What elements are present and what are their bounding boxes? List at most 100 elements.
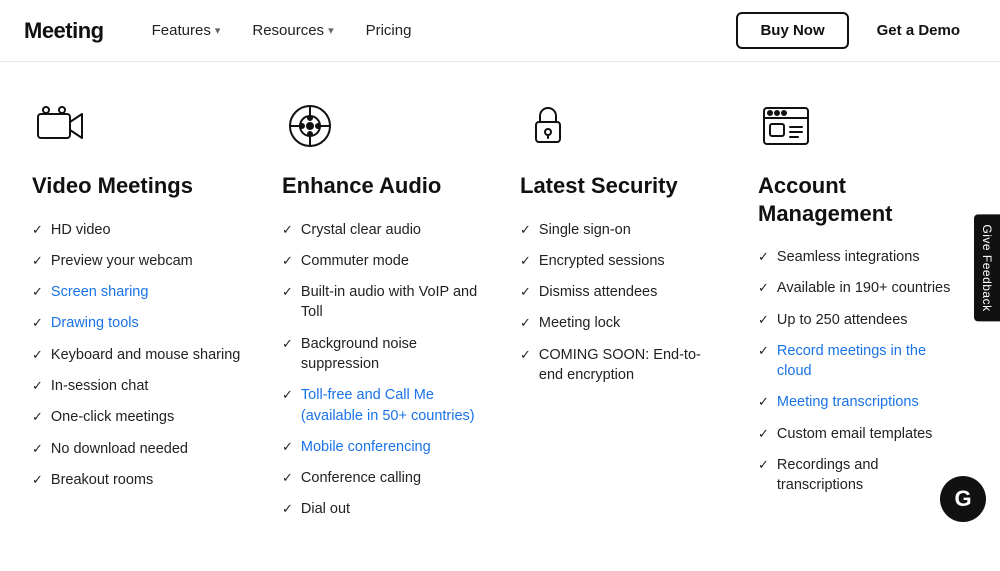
list-item: ✓ Keyboard and mouse sharing bbox=[32, 345, 242, 365]
chevron-down-icon: ▾ bbox=[328, 24, 334, 37]
list-item: ✓Available in 190+ countries bbox=[758, 278, 956, 298]
feature-link[interactable]: Drawing tools bbox=[51, 313, 139, 333]
check-icon: ✓ bbox=[282, 438, 293, 456]
feature-col-account-management: Account Management✓Seamless integrations… bbox=[738, 98, 976, 531]
check-icon: ✓ bbox=[282, 500, 293, 518]
list-item: ✓ Meeting lock bbox=[520, 313, 718, 333]
latest-security-title: Latest Security bbox=[520, 172, 718, 200]
check-icon: ✓ bbox=[32, 314, 43, 332]
video-meetings-list: ✓HD video✓Preview your webcam✓Screen sha… bbox=[32, 220, 242, 491]
list-item: ✓HD video bbox=[32, 220, 242, 240]
feature-text: In-session chat bbox=[51, 376, 149, 396]
feature-text: Dial out bbox=[301, 499, 350, 519]
feature-text: Up to 250 attendees bbox=[777, 310, 908, 330]
nav-link-resources[interactable]: Resources▾ bbox=[236, 0, 349, 62]
check-icon: ✓ bbox=[520, 221, 531, 239]
feature-col-enhance-audio: Enhance Audio ✓ Crystal clear audio ✓ Commut… bbox=[262, 98, 500, 531]
video-meetings-icon bbox=[32, 98, 88, 154]
account-management-list: ✓Seamless integrations✓Available in 190+… bbox=[758, 247, 956, 496]
enhance-audio-list: ✓ Crystal clear audio ✓ Commuter mode ✓ Built… bbox=[282, 220, 480, 520]
list-item: ✓Recordings and transcriptions bbox=[758, 455, 956, 496]
check-icon: ✓ bbox=[32, 471, 43, 489]
list-item: ✓ Background noise suppression bbox=[282, 334, 480, 375]
feature-col-video-meetings: Video Meetings✓HD video✓Preview your web… bbox=[24, 98, 262, 531]
latest-security-list: ✓Single sign-on✓Encrypted sessions✓Dismi… bbox=[520, 220, 718, 386]
feature-text: Commuter mode bbox=[301, 251, 409, 271]
enhance-audio-title: Enhance Audio bbox=[282, 172, 480, 200]
check-icon: ✓ bbox=[758, 342, 769, 360]
feature-text: Built-in audio with VoIP and Toll bbox=[301, 282, 480, 323]
features-main: Video Meetings✓HD video✓Preview your web… bbox=[0, 62, 1000, 571]
feature-text: Encrypted sessions bbox=[539, 251, 665, 271]
nav-link-pricing[interactable]: Pricing bbox=[350, 0, 428, 62]
check-icon: ✓ bbox=[758, 456, 769, 474]
list-item[interactable]: ✓ Toll-free and Call Me (available in 50+… bbox=[282, 385, 480, 426]
feature-text: Available in 190+ countries bbox=[777, 278, 950, 298]
check-icon: ✓ bbox=[520, 314, 531, 332]
list-item[interactable]: ✓ Record meetings in the cloud bbox=[758, 341, 956, 382]
list-item: ✓ Encrypted sessions bbox=[520, 251, 718, 271]
check-icon: ✓ bbox=[32, 283, 43, 301]
check-icon: ✓ bbox=[758, 248, 769, 266]
check-icon: ✓ bbox=[282, 386, 293, 404]
feature-text: Background noise suppression bbox=[301, 334, 480, 375]
check-icon: ✓ bbox=[282, 252, 293, 270]
chevron-down-icon: ▾ bbox=[215, 24, 221, 37]
g-rating-badge[interactable]: G bbox=[940, 476, 986, 522]
check-icon: ✓ bbox=[282, 221, 293, 239]
feature-text: Single sign-on bbox=[539, 220, 631, 240]
list-item: ✓Preview your webcam bbox=[32, 251, 242, 271]
feature-text: Custom email templates bbox=[777, 424, 933, 444]
list-item: ✓ Crystal clear audio bbox=[282, 220, 480, 240]
check-icon: ✓ bbox=[282, 335, 293, 353]
check-icon: ✓ bbox=[32, 440, 43, 458]
feature-link[interactable]: Record meetings in the cloud bbox=[777, 341, 956, 382]
feature-link[interactable]: Mobile conferencing bbox=[301, 437, 431, 457]
navbar: Meeting Features▾Resources▾Pricing Buy N… bbox=[0, 0, 1000, 62]
list-item: ✓Seamless integrations bbox=[758, 247, 956, 267]
feature-text: Conference calling bbox=[301, 468, 421, 488]
g-badge-letter: G bbox=[954, 486, 971, 512]
list-item: ✓ Commuter mode bbox=[282, 251, 480, 271]
list-item: ✓ Single sign-on bbox=[520, 220, 718, 240]
check-icon: ✓ bbox=[282, 283, 293, 301]
feature-text: Keyboard and mouse sharing bbox=[51, 345, 240, 365]
list-item[interactable]: ✓Meeting transcriptions bbox=[758, 392, 956, 412]
feature-text: COMING SOON: End-to-end encryption bbox=[539, 345, 718, 386]
list-item: ✓ No download needed bbox=[32, 439, 242, 459]
list-item: ✓ Up to 250 attendees bbox=[758, 310, 956, 330]
feature-text: Preview your webcam bbox=[51, 251, 193, 271]
check-icon: ✓ bbox=[32, 346, 43, 364]
list-item: ✓ Built-in audio with VoIP and Toll bbox=[282, 282, 480, 323]
check-icon: ✓ bbox=[520, 346, 531, 364]
check-icon: ✓ bbox=[32, 377, 43, 395]
account-management-icon bbox=[758, 98, 814, 154]
check-icon: ✓ bbox=[758, 311, 769, 329]
list-item[interactable]: ✓ Drawing tools bbox=[32, 313, 242, 333]
latest-security-icon bbox=[520, 98, 576, 154]
check-icon: ✓ bbox=[520, 283, 531, 301]
list-item: ✓ Dial out bbox=[282, 499, 480, 519]
buy-now-button[interactable]: Buy Now bbox=[736, 12, 848, 49]
feature-link[interactable]: Meeting transcriptions bbox=[777, 392, 919, 412]
list-item: ✓Custom email templates bbox=[758, 424, 956, 444]
list-item[interactable]: ✓ Mobile conferencing bbox=[282, 437, 480, 457]
list-item: ✓ Breakout rooms bbox=[32, 470, 242, 490]
get-demo-button[interactable]: Get a Demo bbox=[861, 14, 976, 47]
list-item[interactable]: ✓ Screen sharing bbox=[32, 282, 242, 302]
feature-text: No download needed bbox=[51, 439, 188, 459]
feature-text: HD video bbox=[51, 220, 111, 240]
feature-link[interactable]: Toll-free and Call Me (available in 50+ … bbox=[301, 385, 480, 426]
logo[interactable]: Meeting bbox=[24, 18, 104, 44]
nav-link-features[interactable]: Features▾ bbox=[136, 0, 237, 62]
feature-text: Breakout rooms bbox=[51, 470, 153, 490]
nav-actions: Buy Now Get a Demo bbox=[736, 12, 976, 49]
list-item: ✓One-click meetings bbox=[32, 407, 242, 427]
nav-links: Features▾Resources▾Pricing bbox=[136, 0, 428, 62]
list-item: ✓Conference calling bbox=[282, 468, 480, 488]
feature-text: Crystal clear audio bbox=[301, 220, 421, 240]
feedback-tab[interactable]: Give Feedback bbox=[974, 214, 1000, 321]
feature-text: Meeting lock bbox=[539, 313, 620, 333]
feature-link[interactable]: Screen sharing bbox=[51, 282, 149, 302]
check-icon: ✓ bbox=[520, 252, 531, 270]
